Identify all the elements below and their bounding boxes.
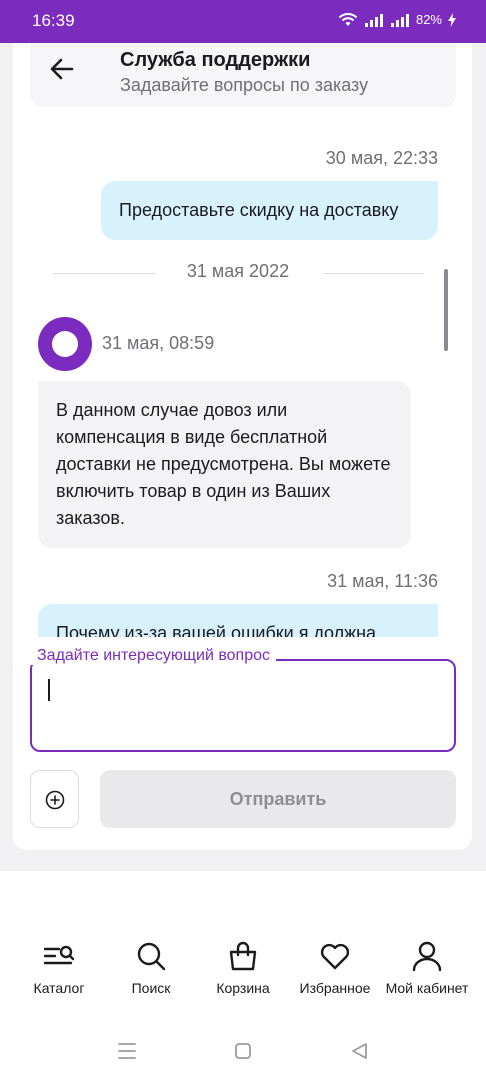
chat-header: Служба поддержки Задавайте вопросы по за… (30, 43, 456, 107)
nav-item-account[interactable]: Мой кабинет (379, 940, 475, 996)
heart-icon (320, 943, 350, 970)
back-arrow-icon[interactable] (48, 55, 76, 83)
nav-label: Мой кабинет (385, 980, 469, 996)
support-avatar (38, 317, 92, 371)
date-separator: 31 мая 2022 (53, 261, 423, 285)
signal-icon (364, 13, 383, 27)
signal-icon-2 (390, 13, 409, 27)
back-icon[interactable] (350, 1042, 368, 1060)
shopping-bag-icon (229, 941, 257, 971)
chat-history[interactable]: 30 мая, 22:33 Предоставьте скидку на дос… (13, 107, 472, 637)
wifi-icon (338, 12, 358, 26)
question-input-label: Задайте интересующий вопрос (31, 647, 277, 665)
system-nav-bar (0, 1030, 486, 1070)
home-icon[interactable] (234, 1042, 252, 1060)
nav-label: Поиск (131, 980, 171, 996)
bottom-nav: Каталог Поиск Корзина Избранное Мой каби… (0, 940, 486, 1010)
support-chat-card: Служба поддержки Задавайте вопросы по за… (13, 43, 472, 850)
message-timestamp: 30 мая, 22:33 (325, 148, 438, 168)
search-icon (137, 942, 166, 971)
nav-item-cart[interactable]: Корзина (195, 940, 291, 996)
page-subtitle: Задавайте вопросы по заказу (120, 75, 369, 95)
nav-label: Каталог (33, 980, 85, 996)
nav-label: Корзина (216, 980, 270, 996)
question-input[interactable] (30, 659, 456, 752)
incoming-message: В данном случае довоз или компенсация в … (38, 381, 411, 548)
send-button[interactable]: Отправить (100, 770, 456, 828)
nav-label: Избранное (299, 980, 371, 996)
user-icon (412, 941, 442, 972)
attach-button[interactable] (30, 770, 79, 828)
catalog-search-icon (43, 945, 75, 965)
outgoing-message: Почему из-за вашей ошибки я должна (38, 604, 438, 637)
status-bar: 16:39 82% (0, 0, 486, 43)
message-timestamp: 31 мая, 11:36 (327, 571, 438, 591)
status-icons: 82% (338, 12, 456, 27)
nav-item-catalog[interactable]: Каталог (11, 940, 107, 996)
menu-icon[interactable] (117, 1042, 137, 1060)
page-title: Служба поддержки (120, 49, 311, 71)
outgoing-message: Предоставьте скидку на доставку (101, 181, 438, 240)
status-time: 16:39 (32, 11, 75, 30)
battery-level: 82% (415, 12, 442, 27)
message-timestamp: 31 мая, 08:59 (102, 333, 215, 353)
text-cursor (48, 679, 50, 701)
date-separator-label: 31 мая 2022 (186, 261, 290, 281)
charging-icon (448, 12, 456, 27)
separator-line-right (323, 273, 423, 274)
nav-item-search[interactable]: Поиск (103, 940, 199, 996)
nav-item-favorites[interactable]: Избранное (287, 940, 383, 996)
chat-scrollbar[interactable] (444, 269, 448, 351)
add-circle-icon (45, 790, 65, 810)
